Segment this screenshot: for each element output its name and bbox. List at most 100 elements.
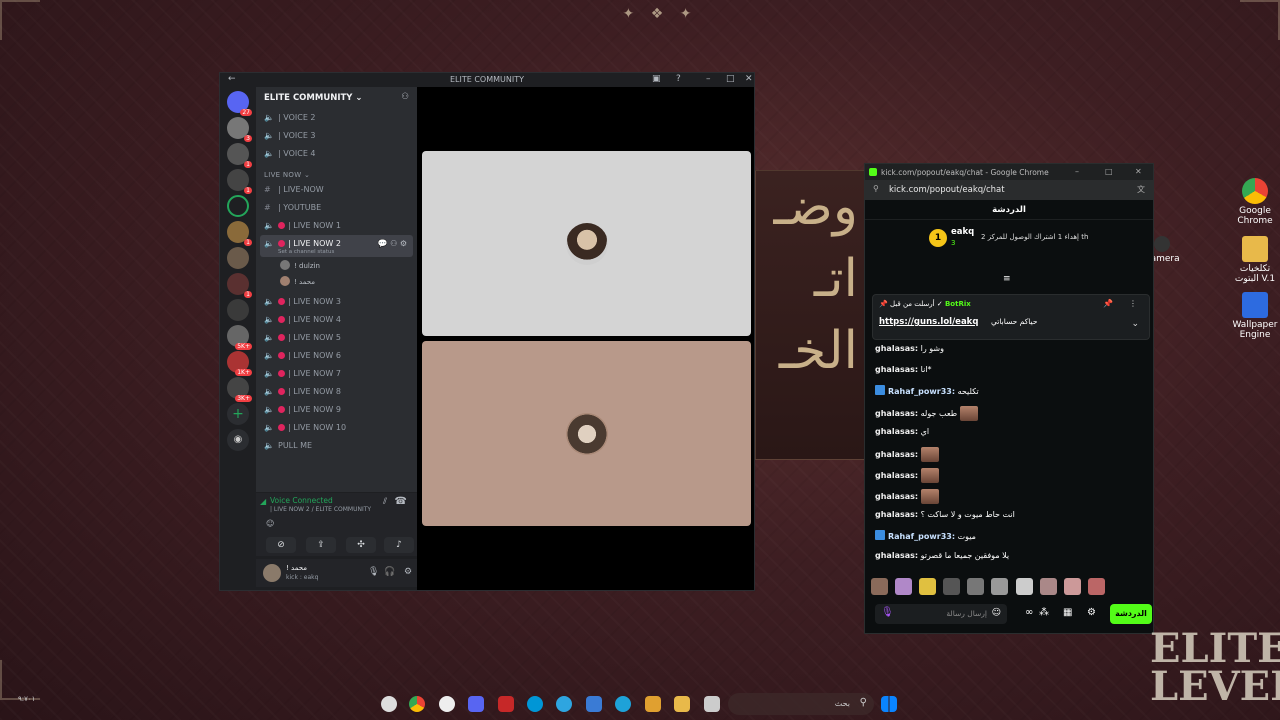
chat-username[interactable]: ghalasas:	[875, 510, 918, 519]
emote-icon[interactable]	[1015, 578, 1033, 595]
emote-icon[interactable]	[1087, 578, 1105, 595]
discover-icon[interactable]: ◉	[227, 429, 249, 451]
channel-tools[interactable]: 💬 ⚇ ⚙	[378, 239, 407, 248]
emote-icon[interactable]	[1063, 578, 1081, 595]
camera-off-icon[interactable]: ⊘	[266, 537, 296, 553]
chevron-down-icon[interactable]: ⌄	[1131, 319, 1139, 329]
taskbar-app-icon[interactable]	[704, 696, 720, 712]
server-icon[interactable]: 1	[227, 169, 252, 194]
emote-icon[interactable]	[943, 578, 961, 595]
server-icon[interactable]: 1	[227, 273, 252, 298]
server-icon[interactable]	[227, 299, 249, 321]
inbox-icon[interactable]: ▣	[652, 74, 661, 84]
chat-username[interactable]: ghalasas:	[875, 450, 918, 459]
help-icon[interactable]: ?	[676, 74, 681, 84]
voice-user[interactable]: ! محمد	[256, 273, 417, 289]
filter-icon[interactable]: ≡	[1003, 274, 1011, 284]
server-icon[interactable]: 1K+	[227, 351, 252, 376]
channel-status-input[interactable]: Set a channel status	[278, 249, 334, 255]
voice-location[interactable]: | LIVE NOW 2 / ELITE COMMUNITY	[270, 506, 371, 513]
chat-username[interactable]: ghalasas:	[875, 365, 918, 374]
more-icon[interactable]: ⋮	[1129, 299, 1137, 308]
windows-start-icon[interactable]	[881, 696, 897, 712]
desktop-icon-chrome[interactable]: Google Chrome	[1228, 178, 1280, 226]
text-channel[interactable]: # | LIVE-NOW	[256, 181, 417, 199]
chat-username[interactable]: Rahaf_powr33:	[888, 387, 955, 396]
taskbar-app-icon[interactable]	[381, 696, 397, 712]
server-icon[interactable]: 3	[227, 117, 252, 142]
store-icon[interactable]: ▦	[1063, 607, 1072, 618]
guild-header[interactable]: ELITE COMMUNITY ⌄ ⚇	[256, 87, 417, 109]
emote-icon[interactable]	[967, 578, 985, 595]
discord-icon[interactable]	[468, 696, 484, 712]
voice-user[interactable]: ! dulzin	[256, 257, 417, 273]
server-icon[interactable]: 1	[227, 221, 252, 246]
voice-channel[interactable]: 🔈 | LIVE NOW 6	[256, 347, 417, 365]
noise-suppression-icon[interactable]: ⫽	[383, 497, 387, 507]
maximize-icon[interactable]: □	[726, 74, 735, 84]
pin-icon[interactable]: 📌	[1103, 299, 1113, 308]
activities-icon[interactable]: ✣	[346, 537, 376, 553]
minimize-icon[interactable]: –	[706, 74, 711, 84]
text-channel[interactable]: # | YOUTUBE	[256, 199, 417, 217]
add-member-icon[interactable]: ⚇	[401, 92, 409, 102]
headphones-icon[interactable]: 🎧	[384, 567, 395, 577]
avatar[interactable]	[263, 564, 281, 582]
voice-channel[interactable]: 🔈 | LIVE NOW 5	[256, 329, 417, 347]
gear-icon[interactable]: ⚙	[1087, 607, 1096, 618]
voice-channel[interactable]: 🔈 | LIVE NOW 10	[256, 419, 417, 437]
maximize-icon[interactable]: □	[1105, 167, 1113, 176]
chat-username[interactable]: ghalasas:	[875, 409, 918, 418]
category-header[interactable]: LIVE NOW ⌄	[256, 163, 417, 181]
voice-channel[interactable]: 🔈 | LIVE NOW 3	[256, 293, 417, 311]
send-chat-button[interactable]: الدردشة	[1110, 604, 1152, 624]
voice-channel[interactable]: 🔈 | VOICE 4	[256, 145, 417, 163]
site-info-icon[interactable]: ⚲	[873, 184, 879, 193]
voice-channel[interactable]: 🔈 | VOICE 2	[256, 109, 417, 127]
emote-icon[interactable]	[871, 578, 888, 595]
chat-username[interactable]: Rahaf_powr33:	[888, 532, 955, 541]
pinned-link[interactable]: https://guns.lol/eakq	[879, 317, 978, 327]
server-icon[interactable]: 1	[227, 143, 252, 168]
chat-input[interactable]: 🎙 إرسال رسالة ☺	[875, 604, 1007, 624]
desktop-icon-wallpaper-engine[interactable]: Wallpaper Engine	[1228, 292, 1280, 340]
app-icon[interactable]	[556, 696, 572, 712]
hp-icon[interactable]	[527, 696, 543, 712]
participant-tile[interactable]	[422, 151, 751, 336]
pinned-message[interactable]: 📌 أرسلت من قبل ✓ BotRix https://guns.lol…	[872, 294, 1150, 340]
chat-username[interactable]: ghalasas:	[875, 551, 918, 560]
microphone-icon[interactable]: 🎙	[368, 567, 379, 577]
soundboard-icon[interactable]: ♪	[384, 537, 414, 553]
security-icon[interactable]	[498, 696, 514, 712]
voice-channel[interactable]: 🔈 | LIVE NOW 8	[256, 383, 417, 401]
discord-window[interactable]: ← ELITE COMMUNITY ▣ ? – □ ✕ 27 3 1 1 1 1…	[219, 72, 755, 591]
microphone-icon[interactable]: 🎙	[881, 607, 894, 618]
desktop-icon-folder[interactable]: تكلخيات البتوت V.1	[1228, 236, 1280, 284]
infinity-icon[interactable]: ∞	[1025, 607, 1033, 618]
voice-channel[interactable]: 🔈 PULL ME	[256, 437, 417, 455]
edge-icon[interactable]	[615, 696, 631, 712]
store-icon[interactable]	[586, 696, 602, 712]
add-server-icon[interactable]: +	[227, 403, 249, 425]
user-panel[interactable]: ! محمد kick : eakq 🎙 🎧 ⚙	[256, 559, 417, 587]
emote-icon[interactable]	[991, 578, 1009, 595]
server-icon[interactable]	[227, 247, 249, 269]
close-icon[interactable]: ✕	[745, 74, 753, 84]
screen-share-icon[interactable]: ⇪	[306, 537, 336, 553]
kick-chat-window[interactable]: kick.com/popout/eakq/chat - Google Chrom…	[864, 163, 1154, 634]
gift-user[interactable]: eakq	[951, 227, 974, 237]
close-icon[interactable]: ✕	[1135, 167, 1142, 176]
voice-channel[interactable]: 🔈 | LIVE NOW 7	[256, 365, 417, 383]
translate-icon[interactable]: 文	[1137, 184, 1145, 195]
chat-username[interactable]: ghalasas:	[875, 427, 918, 436]
server-icon[interactable]: 3K+	[227, 377, 252, 402]
address-bar[interactable]: ⚲ kick.com/popout/eakq/chat 文	[865, 180, 1153, 200]
bits-icon[interactable]: ⁂	[1039, 607, 1049, 618]
file-explorer-icon[interactable]	[674, 696, 690, 712]
voice-channel[interactable]: 🔈 | LIVE NOW 9	[256, 401, 417, 419]
minimize-icon[interactable]: –	[1075, 167, 1079, 176]
voice-connected-label[interactable]: Voice Connected	[270, 496, 333, 505]
emote-icon[interactable]	[1039, 578, 1057, 595]
participant-tile[interactable]	[422, 341, 751, 526]
chat-username[interactable]: ghalasas:	[875, 344, 918, 353]
